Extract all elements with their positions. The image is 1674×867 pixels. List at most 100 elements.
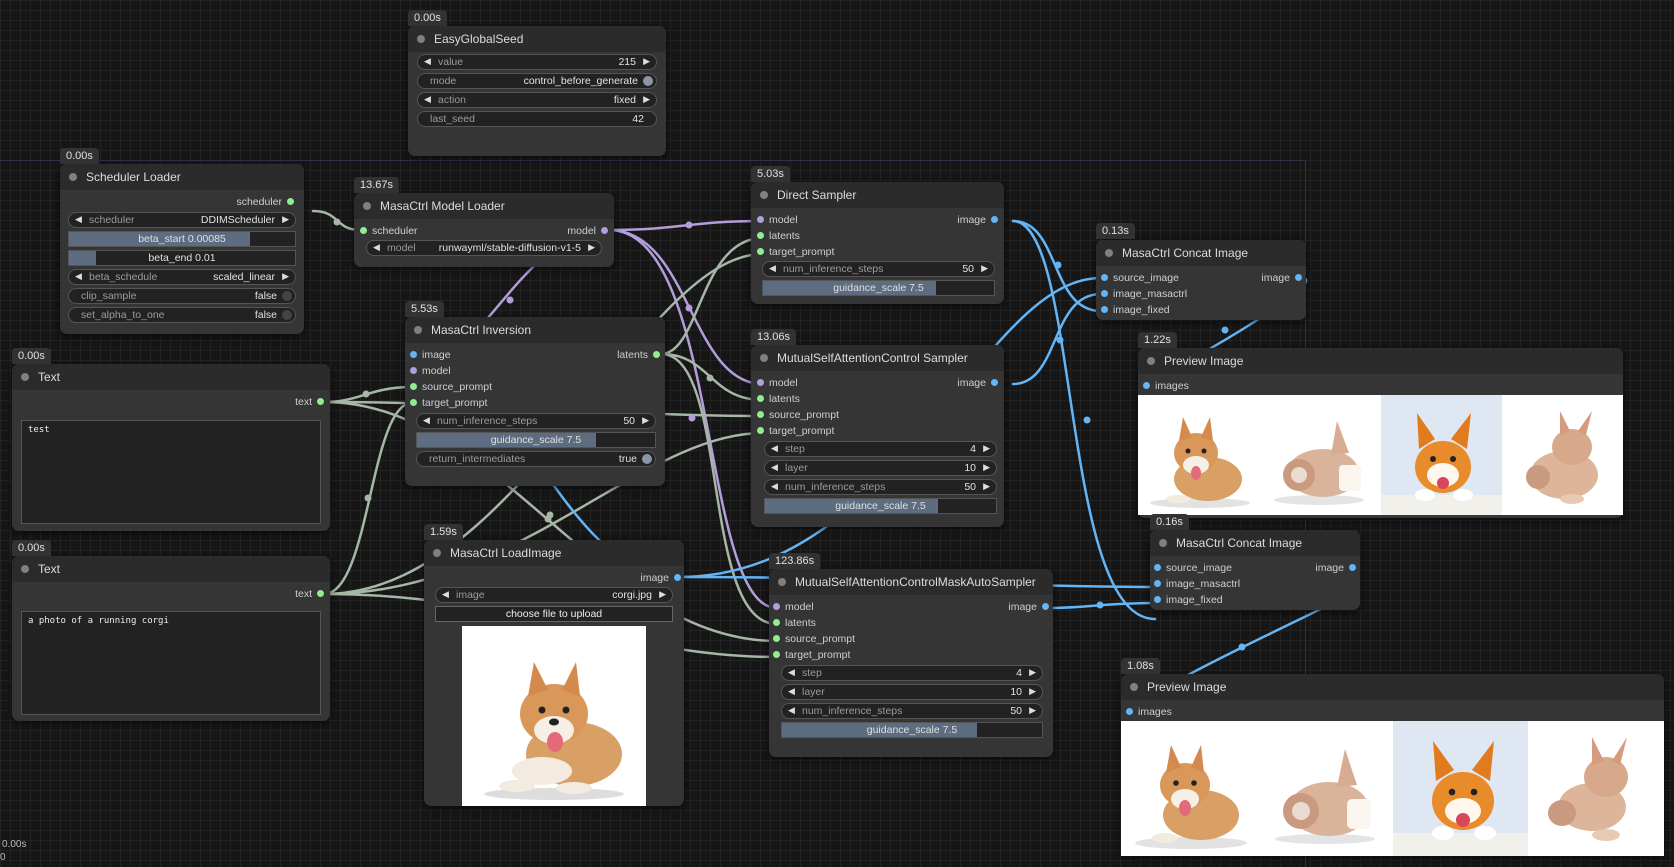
output-latents[interactable]: latents — [617, 348, 660, 362]
input-model[interactable]: model — [757, 376, 798, 390]
node-preview-image-2[interactable]: Preview Image images — [1121, 674, 1664, 856]
model-widget[interactable]: ◀ model runwayml/stable-diffusion-v1-5 ▶ — [366, 240, 602, 256]
clip-sample-toggle[interactable]: clip_sample false — [68, 288, 296, 304]
input-source-prompt[interactable]: source_prompt — [410, 380, 492, 394]
num-inference-steps-widget[interactable]: ◀ num_inference_steps 50 ▶ — [416, 413, 656, 429]
node-title[interactable]: Preview Image — [1138, 348, 1623, 374]
input-latents[interactable]: latents — [757, 229, 800, 243]
input-model[interactable]: model — [757, 213, 798, 227]
input-source-prompt[interactable]: source_prompt — [773, 632, 855, 646]
arrow-right-icon[interactable]: ▶ — [1029, 705, 1036, 716]
arrow-right-icon[interactable]: ▶ — [983, 443, 990, 454]
node-model-loader[interactable]: MasaCtrl Model Loader scheduler model ◀ m… — [354, 193, 614, 267]
collapse-dot-icon[interactable] — [1159, 539, 1167, 547]
input-target-prompt[interactable]: target_prompt — [757, 245, 834, 259]
scheduler-widget[interactable]: ◀ scheduler DDIMScheduler ▶ — [68, 212, 296, 228]
output-image[interactable]: image — [640, 571, 681, 585]
arrow-left-icon[interactable]: ◀ — [424, 94, 431, 105]
set-alpha-toggle[interactable]: set_alpha_to_one false — [68, 307, 296, 323]
input-image[interactable]: image — [410, 348, 451, 362]
mode-widget[interactable]: mode control_before_generate — [417, 73, 657, 89]
input-image-fixed[interactable]: image_fixed — [1154, 593, 1223, 607]
node-title[interactable]: Direct Sampler — [751, 182, 1004, 208]
collapse-dot-icon[interactable] — [414, 326, 422, 334]
value-widget[interactable]: ◀ value 215 ▶ — [417, 54, 657, 70]
toggle-knob-icon[interactable] — [282, 291, 292, 301]
arrow-left-icon[interactable]: ◀ — [442, 589, 449, 600]
collapse-dot-icon[interactable] — [1130, 683, 1138, 691]
input-image-masactrl[interactable]: image_masactrl — [1154, 577, 1240, 591]
collapse-dot-icon[interactable] — [760, 191, 768, 199]
output-image[interactable]: image — [957, 376, 998, 390]
node-title[interactable]: MasaCtrl Concat Image — [1096, 240, 1306, 266]
output-image[interactable]: image — [1008, 600, 1049, 614]
node-preview-image-1[interactable]: Preview Image images — [1138, 348, 1623, 518]
arrow-left-icon[interactable]: ◀ — [788, 705, 795, 716]
input-source-image[interactable]: source_image — [1101, 271, 1179, 285]
node-title[interactable]: EasyGlobalSeed — [408, 26, 666, 52]
arrow-right-icon[interactable]: ▶ — [1029, 686, 1036, 697]
node-title[interactable]: Text — [12, 556, 330, 582]
input-image-fixed[interactable]: image_fixed — [1101, 303, 1170, 317]
node-direct-sampler[interactable]: Direct Sampler model latents target_prom… — [751, 182, 1004, 304]
node-title[interactable]: Scheduler Loader — [60, 164, 304, 190]
text-area[interactable]: test — [21, 420, 321, 524]
collapse-dot-icon[interactable] — [760, 354, 768, 362]
output-image[interactable]: image — [957, 213, 998, 227]
collapse-dot-icon[interactable] — [21, 565, 29, 573]
arrow-right-icon[interactable]: ▶ — [642, 415, 649, 426]
text-area[interactable]: a photo of a running corgi — [21, 611, 321, 715]
num-inference-steps-widget[interactable]: ◀ num_inference_steps 50 ▶ — [762, 261, 995, 277]
node-title[interactable]: MutualSelfAttentionControlMaskAutoSample… — [769, 569, 1053, 595]
node-easy-global-seed[interactable]: EasyGlobalSeed ◀ value 215 ▶ mode control_be… — [408, 26, 666, 156]
node-mutual-sampler[interactable]: MutualSelfAttentionControl Sampler model… — [751, 345, 1004, 527]
arrow-right-icon[interactable]: ▶ — [1029, 667, 1036, 678]
guidance-scale-slider[interactable]: guidance_scale 7.5 — [762, 280, 995, 296]
node-title[interactable]: MasaCtrl LoadImage — [424, 540, 684, 566]
num-inference-steps-widget[interactable]: ◀ num_inference_steps 50 ▶ — [781, 703, 1043, 719]
input-model[interactable]: model — [410, 364, 451, 378]
input-images[interactable]: images — [1143, 379, 1189, 393]
arrow-left-icon[interactable]: ◀ — [771, 462, 778, 473]
arrow-right-icon[interactable]: ▶ — [282, 271, 289, 282]
node-title[interactable]: MasaCtrl Concat Image — [1150, 530, 1360, 556]
arrow-right-icon[interactable]: ▶ — [983, 462, 990, 473]
collapse-dot-icon[interactable] — [21, 373, 29, 381]
arrow-left-icon[interactable]: ◀ — [373, 242, 380, 253]
layer-widget[interactable]: ◀ layer 10 ▶ — [781, 684, 1043, 700]
arrow-right-icon[interactable]: ▶ — [643, 56, 650, 67]
arrow-left-icon[interactable]: ◀ — [424, 56, 431, 67]
arrow-left-icon[interactable]: ◀ — [788, 686, 795, 697]
node-title[interactable]: MutualSelfAttentionControl Sampler — [751, 345, 1004, 371]
node-concat-image-1[interactable]: MasaCtrl Concat Image source_image image… — [1096, 240, 1306, 320]
arrow-right-icon[interactable]: ▶ — [981, 263, 988, 274]
collapse-dot-icon[interactable] — [1147, 357, 1155, 365]
node-text-2[interactable]: Text text a photo of a running corgi — [12, 556, 330, 721]
input-target-prompt[interactable]: target_prompt — [757, 424, 834, 438]
input-source-prompt[interactable]: source_prompt — [757, 408, 839, 422]
input-target-prompt[interactable]: target_prompt — [410, 396, 487, 410]
node-concat-image-2[interactable]: MasaCtrl Concat Image source_image image… — [1150, 530, 1360, 610]
collapse-dot-icon[interactable] — [69, 173, 77, 181]
layer-widget[interactable]: ◀ layer 10 ▶ — [764, 460, 997, 476]
node-scheduler-loader[interactable]: Scheduler Loader scheduler ◀ scheduler DDI… — [60, 164, 304, 334]
output-text[interactable]: text — [295, 395, 324, 409]
collapse-dot-icon[interactable] — [363, 202, 371, 210]
toggle-knob-icon[interactable] — [282, 310, 292, 320]
beta-schedule-widget[interactable]: ◀ beta_schedule scaled_linear ▶ — [68, 269, 296, 285]
collapse-dot-icon[interactable] — [433, 549, 441, 557]
node-title[interactable]: Preview Image — [1121, 674, 1664, 700]
node-mask-auto-sampler[interactable]: MutualSelfAttentionControlMaskAutoSample… — [769, 569, 1053, 757]
return-intermediates-toggle[interactable]: return_intermediates true — [416, 451, 656, 467]
arrow-left-icon[interactable]: ◀ — [423, 415, 430, 426]
toggle-knob-icon[interactable] — [642, 454, 652, 464]
arrow-right-icon[interactable]: ▶ — [983, 481, 990, 492]
num-inference-steps-widget[interactable]: ◀ num_inference_steps 50 ▶ — [764, 479, 997, 495]
guidance-scale-slider[interactable]: guidance_scale 7.5 — [781, 722, 1043, 738]
arrow-left-icon[interactable]: ◀ — [771, 481, 778, 492]
image-select-widget[interactable]: ◀ image corgi.jpg ▶ — [435, 587, 673, 603]
action-widget[interactable]: ◀ action fixed ▶ — [417, 92, 657, 108]
output-image[interactable]: image — [1315, 561, 1356, 575]
input-image-masactrl[interactable]: image_masactrl — [1101, 287, 1187, 301]
input-latents[interactable]: latents — [773, 616, 816, 630]
